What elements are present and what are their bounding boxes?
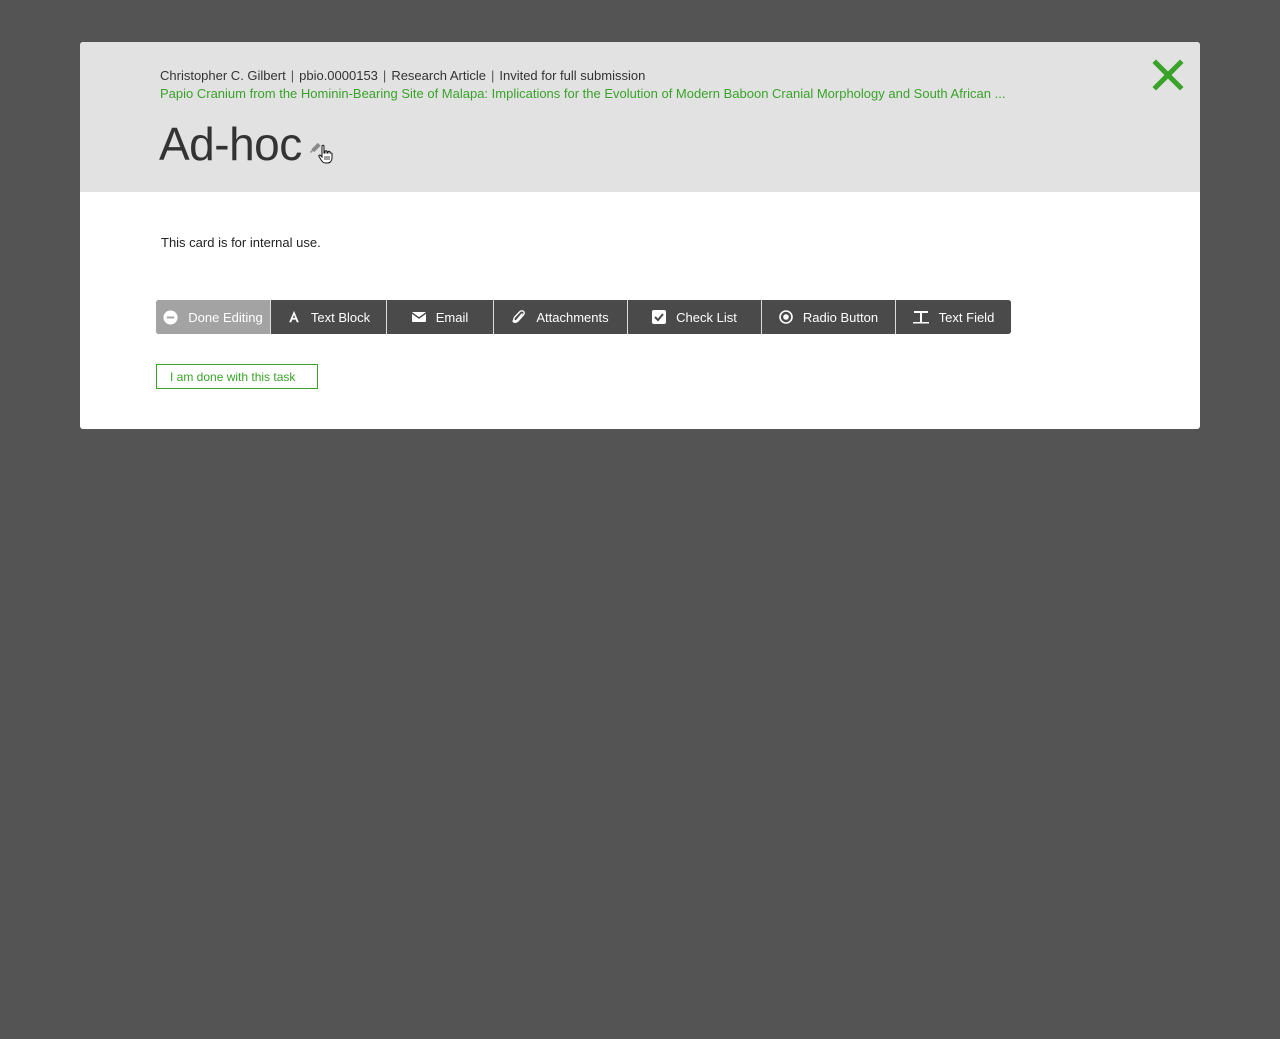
paper-title-link[interactable]: Papio Cranium from the Hominin-Bearing S… (160, 86, 1090, 101)
checkbox-icon (652, 310, 667, 324)
attachments-button[interactable]: Attachments (494, 300, 628, 334)
radio-button-button[interactable]: Radio Button (762, 300, 896, 334)
font-icon (289, 310, 299, 323)
check-list-button[interactable]: Check List (628, 300, 762, 334)
text-field-label: Text Field (938, 309, 995, 325)
text-block-button[interactable]: Text Block (271, 300, 387, 334)
separator: | (382, 68, 387, 83)
radio-icon (779, 310, 793, 324)
card-editor-toolbar: Done Editing Text Block Email Attachment… (156, 300, 1011, 334)
envelope-icon (411, 312, 426, 322)
separator: | (290, 68, 295, 83)
close-icon[interactable] (1148, 56, 1188, 94)
done-with-task-button[interactable]: I am done with this task (156, 364, 318, 389)
author-name: Christopher C. Gilbert (160, 68, 286, 83)
card-header: Christopher C. Gilbert | pbio.0000153 | Rese… (80, 42, 1200, 192)
email-button[interactable]: Email (387, 300, 494, 334)
attachments-label: Attachments (536, 309, 609, 325)
text-block-label: Text Block (310, 309, 371, 325)
card-title: Ad-hoc (159, 118, 302, 170)
manuscript-id: pbio.0000153 (299, 68, 378, 83)
manuscript-status: Invited for full submission (499, 68, 646, 83)
check-list-label: Check List (676, 309, 737, 325)
card-description: This card is for internal use. (161, 235, 321, 250)
minus-circle-icon (163, 309, 178, 325)
done-editing-label: Done Editing (188, 309, 263, 325)
article-type: Research Article (391, 68, 486, 83)
text-field-button[interactable]: Text Field (896, 300, 1011, 334)
separator: | (490, 68, 495, 83)
done-editing-button[interactable]: Done Editing (156, 300, 271, 334)
radio-button-label: Radio Button (802, 309, 879, 325)
overlay-card: Christopher C. Gilbert | pbio.0000153 | Rese… (80, 42, 1200, 429)
text-field-icon (912, 311, 929, 324)
manuscript-meta: Christopher C. Gilbert | pbio.0000153 | Rese… (160, 68, 645, 83)
paperclip-icon (512, 309, 526, 323)
email-label: Email (435, 309, 469, 325)
pencil-icon[interactable] (308, 140, 338, 166)
